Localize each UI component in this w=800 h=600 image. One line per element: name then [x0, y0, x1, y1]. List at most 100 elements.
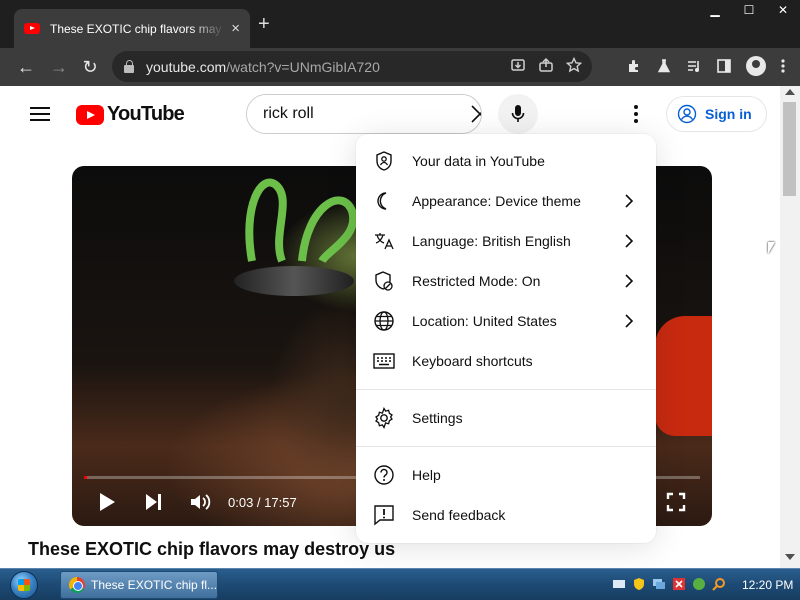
menu-divider — [356, 389, 656, 390]
media-icon[interactable] — [686, 58, 702, 74]
chevron-right-icon — [625, 194, 634, 208]
video-frame-art — [245, 178, 358, 264]
youtube-favicon-icon — [24, 23, 40, 34]
scroll-up-arrow-icon[interactable] — [785, 89, 795, 95]
moon-icon — [377, 192, 387, 210]
browser-toolbar: ← → ↻ youtube.com/watch?v=UNmGibIA720 — [0, 48, 800, 86]
settings-kebab-icon[interactable] — [630, 102, 642, 126]
new-tab-button[interactable]: + — [258, 13, 270, 36]
hamburger-menu-icon[interactable] — [30, 107, 50, 121]
minimize-button[interactable]: ▁ — [698, 0, 732, 20]
sign-in-button[interactable]: Sign in — [666, 96, 767, 132]
sign-in-label: Sign in — [705, 106, 752, 122]
back-button[interactable]: ← — [14, 55, 38, 79]
menu-item-label: Help — [412, 467, 441, 483]
play-icon[interactable] — [98, 492, 116, 512]
keyboard-icon — [373, 353, 395, 369]
system-tray — [612, 577, 726, 591]
chevron-right-icon — [625, 314, 634, 328]
taskbar-button-label: These EXOTIC chip fl... — [91, 578, 217, 592]
browser-titlebar: These EXOTIC chip flavors may destroy us… — [0, 0, 800, 48]
menu-item-label: Keyboard shortcuts — [412, 353, 533, 369]
gear-icon — [375, 407, 393, 429]
star-icon[interactable] — [566, 57, 582, 73]
menu-item-label: Restricted Mode: On — [412, 273, 541, 289]
share-icon[interactable] — [538, 57, 554, 73]
microphone-icon — [511, 105, 525, 122]
chrome-menu-icon[interactable] — [780, 58, 786, 74]
scrollbar-thumb[interactable] — [783, 102, 796, 196]
menu-divider — [356, 446, 656, 447]
forward-button[interactable]: → — [47, 55, 71, 79]
menu-item-settings[interactable]: Settings — [356, 398, 656, 438]
menu-item-label: Settings — [412, 410, 463, 426]
mouse-cursor-icon — [768, 242, 775, 254]
search-input[interactable] — [247, 95, 470, 133]
clear-search-button[interactable] — [470, 95, 481, 133]
youtube-logo[interactable]: YouTube — [76, 103, 185, 126]
menu-item-your-data[interactable]: Your data in YouTube — [356, 141, 656, 181]
lock-icon[interactable] — [124, 59, 134, 73]
video-controls: 0:03 / 17:57 — [98, 488, 297, 516]
menu-item-label: Your data in YouTube — [412, 153, 545, 169]
browser-tab[interactable]: These EXOTIC chip flavors may destroy us… — [14, 9, 250, 48]
tray-network-icon[interactable] — [652, 577, 666, 591]
shield-person-icon — [376, 151, 392, 171]
menu-item-language[interactable]: Language: British English — [356, 221, 656, 261]
taskbar-clock[interactable]: 12:20 PM — [742, 578, 793, 592]
tray-keyboard-icon[interactable] — [612, 577, 626, 591]
extensions-icon[interactable] — [626, 58, 642, 74]
fullscreen-icon[interactable] — [666, 492, 686, 512]
maximize-button[interactable]: ☐ — [732, 0, 766, 20]
menu-item-location[interactable]: Location: United States — [356, 301, 656, 341]
chevron-right-icon — [625, 234, 634, 248]
settings-menu: Your data in YouTube Appearance: Device … — [356, 134, 656, 543]
video-frame-jar — [234, 266, 354, 296]
feedback-icon — [374, 505, 394, 526]
youtube-logo-text: YouTube — [107, 103, 185, 125]
address-bar[interactable]: youtube.com/watch?v=UNmGibIA720 — [112, 51, 592, 82]
profile-icon[interactable] — [746, 56, 766, 76]
sidepanel-icon[interactable] — [716, 58, 732, 74]
menu-item-help[interactable]: Help — [356, 455, 656, 495]
volume-icon[interactable] — [190, 492, 212, 512]
menu-item-restricted-mode[interactable]: Restricted Mode: On — [356, 261, 656, 301]
menu-item-keyboard-shortcuts[interactable]: Keyboard shortcuts — [356, 341, 656, 381]
tray-shield-icon[interactable] — [632, 577, 646, 591]
tray-update-icon[interactable] — [692, 577, 706, 591]
start-button[interactable] — [10, 571, 38, 599]
voice-search-button[interactable] — [498, 94, 538, 134]
video-title: These EXOTIC chip flavors may destroy us — [28, 539, 396, 559]
taskbar-chrome-button[interactable]: These EXOTIC chip fl... — [60, 571, 218, 599]
url-path: /watch?v=UNmGibIA720 — [226, 58, 380, 75]
tray-error-icon[interactable] — [672, 577, 686, 591]
video-frame-red-object — [655, 316, 712, 436]
menu-item-appearance[interactable]: Appearance: Device theme — [356, 181, 656, 221]
account-icon — [677, 104, 697, 124]
tab-title: These EXOTIC chip flavors may destroy us — [50, 21, 225, 36]
menu-item-label: Language: British English — [412, 233, 571, 249]
windows-taskbar: These EXOTIC chip fl... 12:20 PM — [0, 568, 800, 600]
next-icon[interactable] — [144, 492, 164, 512]
menu-item-label: Location: United States — [412, 313, 557, 329]
menu-item-label: Send feedback — [412, 507, 506, 523]
tab-close-button[interactable]: × — [231, 20, 240, 37]
video-progress-fill — [84, 476, 88, 479]
translate-icon — [375, 233, 394, 250]
video-time: 0:03 / 17:57 — [228, 494, 297, 510]
labs-icon[interactable] — [656, 58, 672, 74]
scroll-down-arrow-icon[interactable] — [785, 554, 795, 560]
close-window-button[interactable]: ✕ — [766, 0, 800, 20]
page-scrollbar[interactable] — [780, 86, 800, 568]
help-icon — [374, 465, 394, 485]
menu-item-send-feedback[interactable]: Send feedback — [356, 495, 656, 535]
youtube-play-logo-icon — [76, 104, 104, 125]
search-box — [246, 94, 482, 134]
tray-search-icon[interactable] — [712, 577, 726, 591]
restricted-icon — [375, 271, 393, 291]
reload-button[interactable]: ↻ — [78, 55, 102, 79]
globe-icon — [374, 311, 394, 331]
install-icon[interactable] — [510, 57, 526, 73]
chrome-icon — [69, 577, 85, 593]
toolbar-actions — [626, 56, 786, 76]
